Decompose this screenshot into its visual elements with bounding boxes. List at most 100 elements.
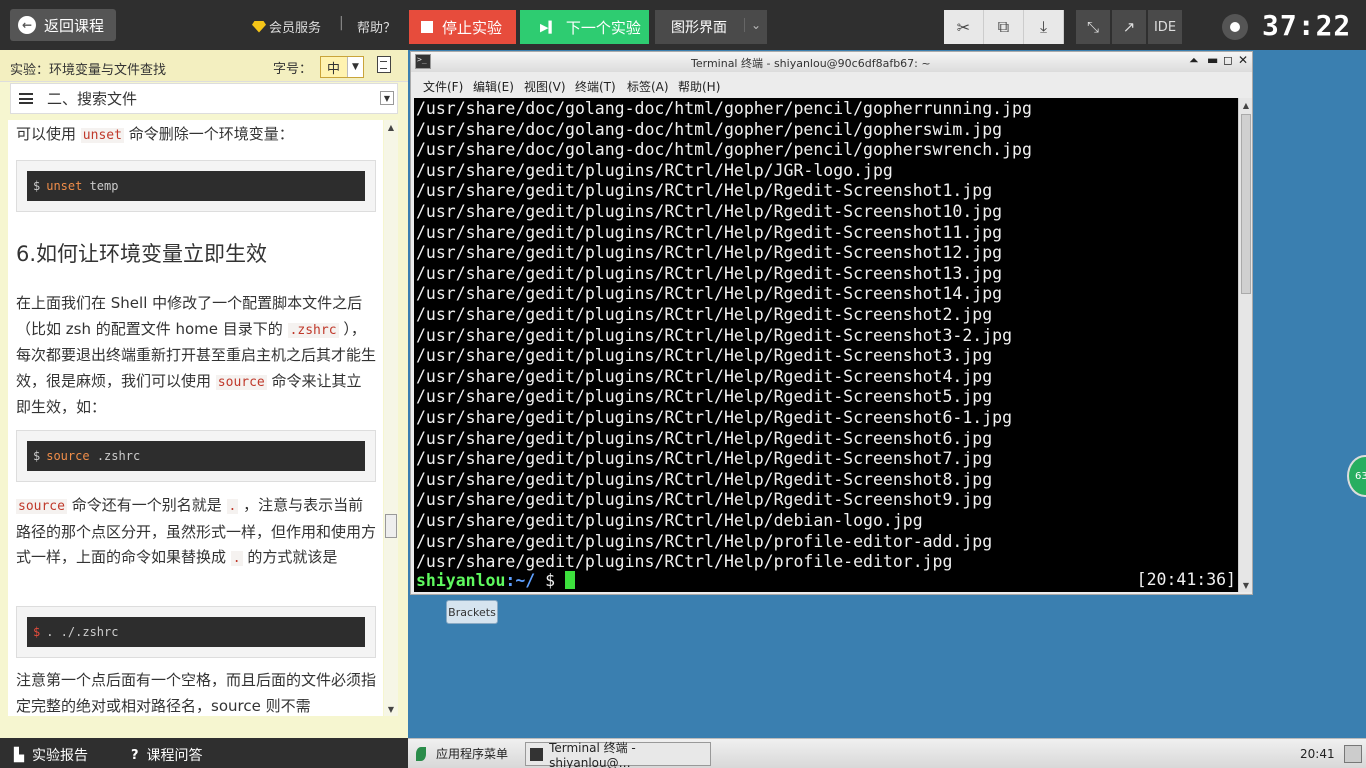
taskbar-terminal-task[interactable]: Terminal 终端 - shiyanlou@… bbox=[525, 741, 711, 768]
paragraph-unset: 可以使用 unset 命令删除一个环境变量： bbox=[16, 122, 376, 149]
help-link[interactable]: 帮助？ bbox=[357, 17, 396, 36]
stop-icon bbox=[421, 21, 433, 33]
code-content: $ source .zshrc bbox=[27, 441, 365, 471]
scissors-icon[interactable]: ✂ bbox=[944, 10, 984, 44]
scroll-down-icon[interactable]: ▼ bbox=[1239, 578, 1253, 592]
terminal-output-line: /usr/share/gedit/plugins/RCtrl/Help/Rged… bbox=[416, 284, 1003, 304]
course-qa-button[interactable]: ? 课程问答 bbox=[131, 745, 203, 765]
terminal-output-line: /usr/share/gedit/plugins/RCtrl/Help/Rged… bbox=[416, 428, 993, 448]
vip-service-link[interactable]: 会员服务 bbox=[252, 17, 321, 36]
scroll-up-icon[interactable]: ▲ bbox=[384, 120, 398, 134]
terminal-title: Terminal 终端 - shiyanlou@90c6df8afb67: ~ bbox=[691, 57, 931, 70]
lab-report-label: 实验报告 bbox=[32, 748, 88, 764]
next-experiment-button[interactable]: ▶▍ 下一个实验 bbox=[520, 10, 649, 44]
terminal-output-line: /usr/share/doc/golang-doc/html/gopher/pe… bbox=[416, 99, 1032, 118]
fullscreen-exit-icon[interactable]: ⤡ bbox=[1076, 10, 1110, 44]
maximize-icon[interactable]: ◻ bbox=[1223, 53, 1233, 67]
inline-code: .zshrc bbox=[287, 322, 339, 338]
code-block-source: $ source .zshrc bbox=[16, 430, 376, 482]
text: 可以使用 bbox=[16, 125, 77, 143]
doc-scrollbar[interactable]: ▲ ▼ bbox=[384, 120, 398, 716]
scroll-down-icon[interactable]: ▼ bbox=[384, 702, 398, 716]
stop-experiment-label: 停止实验 bbox=[442, 18, 503, 37]
section-label: 二、搜索文件 bbox=[47, 90, 138, 108]
terminal-output-line: /usr/share/gedit/plugins/RCtrl/Help/Rged… bbox=[416, 469, 993, 489]
stop-experiment-button[interactable]: 停止实验 bbox=[409, 10, 516, 44]
font-size-select[interactable]: 中 ▼ bbox=[320, 56, 364, 78]
countdown-timer: 37:22 bbox=[1262, 9, 1352, 42]
prompt-sign: $ bbox=[33, 625, 41, 639]
applications-menu-button[interactable]: 应用程序菜单 bbox=[416, 745, 508, 762]
doc-panel: 实验：环境变量与文件查找 字号： 中 ▼ 二、搜索文件 ▼ 可以使用 unset… bbox=[0, 50, 408, 738]
terminal-screen[interactable]: /usr/share/doc/golang-doc/html/gopher/pe… bbox=[414, 98, 1238, 592]
doc-content: 可以使用 unset 命令删除一个环境变量： $ unset temp 6.如何… bbox=[8, 120, 383, 716]
terminal-scrollbar[interactable]: ▲ ▼ bbox=[1238, 98, 1252, 592]
list-icon bbox=[19, 93, 33, 104]
font-size-label: 字号： bbox=[273, 62, 313, 77]
experiment-title: 实验：环境变量与文件查找 bbox=[10, 63, 167, 78]
menu-tabs[interactable]: 标签(A) bbox=[627, 78, 669, 95]
terminal-cursor bbox=[565, 571, 576, 589]
code-text: . ./.zshrc bbox=[46, 625, 119, 639]
inline-code: . bbox=[230, 551, 243, 566]
code-argument: temp bbox=[82, 179, 119, 193]
section-heading: 6.如何让环境变量立即生效 bbox=[16, 242, 268, 266]
code-block-unset: $ unset temp bbox=[16, 160, 376, 212]
scroll-up-icon[interactable]: ▲ bbox=[1239, 98, 1253, 112]
chevron-down-icon: ▼ bbox=[380, 91, 394, 105]
terminal-titlebar[interactable]: >_ Terminal 终端 - shiyanlou@90c6df8afb67:… bbox=[411, 52, 1252, 72]
taskbar-clock: 20:41 bbox=[1300, 747, 1335, 761]
course-qa-label: 课程问答 bbox=[146, 748, 203, 764]
prompt-path: :~/ bbox=[505, 571, 536, 590]
minimize-icon[interactable]: ▬ bbox=[1207, 53, 1218, 67]
menu-edit[interactable]: 编辑(E) bbox=[473, 78, 514, 95]
brackets-desktop-icon[interactable]: Brackets bbox=[446, 600, 498, 624]
arrow-left-icon: ← bbox=[18, 16, 36, 34]
gui-mode-dropdown[interactable]: 图形界面 ⌄ bbox=[655, 10, 767, 44]
menu-file[interactable]: 文件(F) bbox=[423, 78, 463, 95]
prompt-sign: $ bbox=[535, 571, 566, 590]
next-experiment-label: 下一个实验 bbox=[565, 18, 641, 37]
terminal-output-line: /usr/share/gedit/plugins/RCtrl/Help/Rged… bbox=[416, 387, 993, 407]
close-icon[interactable]: ✕ bbox=[1238, 53, 1248, 67]
document-icon[interactable] bbox=[377, 56, 391, 73]
lab-report-button[interactable]: ▙ 实验报告 bbox=[14, 745, 88, 765]
applications-menu-label: 应用程序菜单 bbox=[436, 747, 509, 761]
back-to-course-button[interactable]: ← 返回课程 bbox=[10, 9, 116, 41]
eye-icon[interactable] bbox=[1222, 14, 1248, 40]
terminal-icon bbox=[530, 747, 544, 761]
toolbar-group: ✂ ⧉ ⤓ bbox=[944, 10, 1064, 44]
prompt-sign: $ bbox=[33, 179, 41, 193]
doc-footer: ▙ 实验报告 ? 课程问答 bbox=[0, 738, 408, 768]
section-select[interactable]: 二、搜索文件 ▼ bbox=[10, 83, 398, 114]
terminal-output-line: /usr/share/gedit/plugins/RCtrl/Help/Rged… bbox=[416, 263, 1003, 283]
show-desktop-icon[interactable] bbox=[1344, 745, 1362, 763]
ide-button[interactable]: IDE bbox=[1148, 10, 1182, 44]
menu-view[interactable]: 视图(V) bbox=[524, 78, 566, 95]
code-block-dot: $ . ./.zshrc bbox=[16, 606, 376, 658]
external-link-icon[interactable]: ↗ bbox=[1112, 10, 1146, 44]
scrollbar-thumb[interactable] bbox=[385, 514, 397, 538]
menu-help[interactable]: 帮助(H) bbox=[678, 78, 720, 95]
terminal-clock: [20:41:36] bbox=[1136, 570, 1236, 589]
chevron-down-icon: ⌄ bbox=[743, 18, 761, 32]
shade-icon[interactable]: ⏶ bbox=[1189, 53, 1199, 68]
paragraph-source: 在上面我们在 Shell 中修改了一个配置脚本文件之后（比如 zsh 的配置文件… bbox=[16, 291, 376, 421]
report-icon: ▙ bbox=[14, 747, 24, 763]
inline-code: source bbox=[16, 499, 67, 514]
scrollbar-thumb[interactable] bbox=[1241, 114, 1251, 294]
terminal-output-line: /usr/share/gedit/plugins/RCtrl/Help/prof… bbox=[416, 552, 953, 572]
terminal-output-line: /usr/share/gedit/plugins/RCtrl/Help/Rged… bbox=[416, 325, 1013, 345]
terminal-output-line: /usr/share/gedit/plugins/RCtrl/Help/Rged… bbox=[416, 366, 993, 386]
terminal-icon: >_ bbox=[415, 54, 431, 69]
inline-code: . bbox=[226, 499, 239, 514]
screen-share-icon[interactable]: ⧉ bbox=[984, 10, 1024, 44]
prompt-user: shiyanlou bbox=[416, 571, 506, 590]
terminal-output-line: /usr/share/gedit/plugins/RCtrl/Help/debi… bbox=[416, 511, 923, 530]
prompt-sign: $ bbox=[33, 449, 41, 463]
menu-terminal[interactable]: 终端(T) bbox=[575, 78, 616, 95]
download-icon[interactable]: ⤓ bbox=[1024, 10, 1064, 44]
paragraph-note: 注意第一个点后面有一个空格，而且后面的文件必须指定完整的绝对或相对路径名，sou… bbox=[16, 671, 377, 715]
terminal-output-line: /usr/share/gedit/plugins/RCtrl/Help/prof… bbox=[416, 531, 993, 551]
terminal-output-line: /usr/share/gedit/plugins/RCtrl/Help/Rged… bbox=[416, 490, 993, 510]
